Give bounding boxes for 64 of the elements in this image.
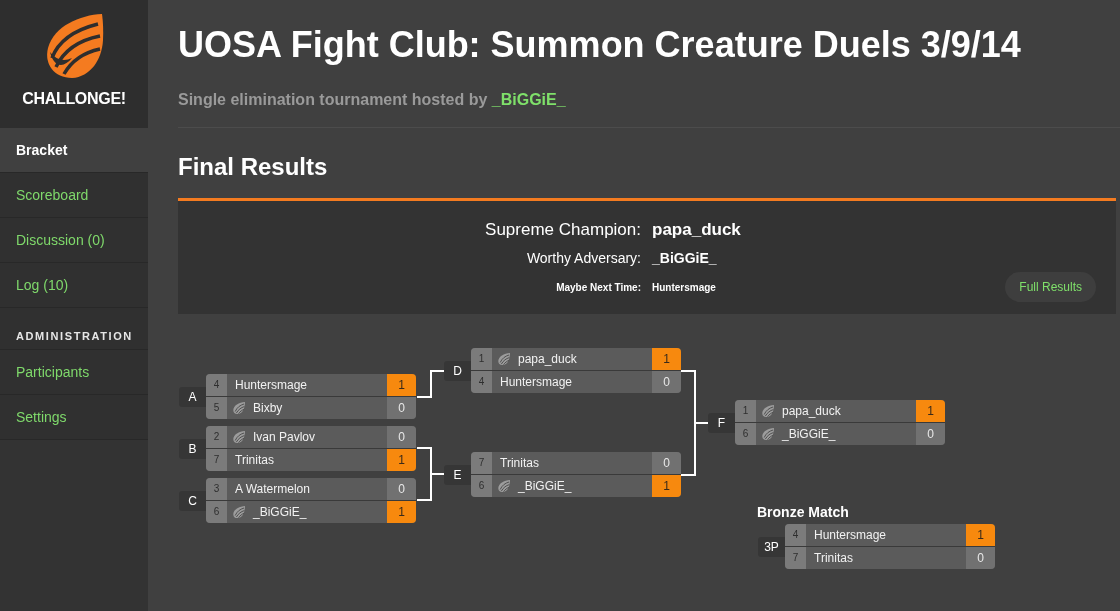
score: 0 — [652, 452, 681, 474]
score: 0 — [387, 426, 416, 448]
player-name: Trinitas — [813, 551, 854, 565]
player-name: _BiGGiE_ — [781, 427, 837, 441]
placing-label: Supreme Champion: — [484, 220, 641, 240]
logo-text: CHALLONGE! — [22, 89, 126, 109]
player-name: papa_duck — [781, 404, 842, 418]
player-name: Trinitas — [499, 456, 540, 470]
match-label: A — [179, 386, 206, 407]
match-label: 3P — [758, 536, 785, 557]
page-title: UOSA Fight Club: Summon Creature Duels 3/9/14 — [178, 24, 1022, 66]
placing-name: Huntersmage — [652, 281, 717, 293]
bronze-match-title: Bronze Match — [757, 503, 849, 521]
match-label: D — [444, 360, 471, 381]
host-link[interactable]: _BiGGiE_ — [491, 91, 566, 108]
score: 1 — [966, 524, 995, 546]
player-name: Huntersmage — [234, 378, 309, 392]
sidebar-item[interactable]: Bracket — [0, 128, 148, 173]
seed-number: 6 — [735, 423, 756, 445]
seed-number: 7 — [206, 449, 227, 471]
match-label: F — [708, 412, 735, 433]
score: 0 — [652, 371, 681, 393]
placing-label: Worthy Adversary: — [525, 250, 641, 266]
match-label: B — [179, 438, 206, 459]
player-name: Huntersmage — [499, 375, 574, 389]
tournament-subtitle: Single elimination tournament hosted by _BiGGiE_ — [178, 90, 567, 110]
placing-label: Maybe Next Time: — [555, 281, 641, 293]
player-name: _BiGGiE_ — [517, 479, 573, 493]
seed-number: 1 — [471, 348, 492, 370]
seed-number: 7 — [785, 547, 806, 569]
score: 0 — [387, 478, 416, 500]
score: 1 — [652, 348, 681, 370]
score: 1 — [916, 400, 945, 422]
seed-number: 6 — [206, 501, 227, 523]
score: 1 — [387, 374, 416, 396]
match-label: C — [179, 490, 206, 511]
full-results-button[interactable]: Full Results — [1005, 272, 1096, 302]
player-name: Bixby — [252, 401, 284, 415]
player-name: Trinitas — [234, 453, 275, 467]
seed-number: 6 — [471, 475, 492, 497]
score: 1 — [387, 501, 416, 523]
seed-number: 4 — [471, 371, 492, 393]
score: 0 — [966, 547, 995, 569]
seed-number: 1 — [735, 400, 756, 422]
player-name: Ivan Pavlov — [252, 430, 317, 444]
section-heading: Final Results — [178, 152, 329, 182]
placing-name: papa_duck — [652, 220, 741, 240]
score: 0 — [916, 423, 945, 445]
match-label: E — [444, 464, 471, 485]
seed-number: 2 — [206, 426, 227, 448]
score: 1 — [387, 449, 416, 471]
score: 1 — [652, 475, 681, 497]
player-name: A Watermelon — [234, 482, 311, 496]
seed-number: 4 — [206, 374, 227, 396]
seed-number: 4 — [785, 524, 806, 546]
score: 0 — [387, 397, 416, 419]
bracket-connector — [416, 370, 445, 398]
player-name: _BiGGiE_ — [252, 505, 308, 519]
player-name: papa_duck — [517, 352, 578, 366]
seed-number: 5 — [206, 397, 227, 419]
placing-name: _BiGGiE_ — [652, 250, 718, 266]
player-name: Huntersmage — [813, 528, 888, 542]
seed-number: 3 — [206, 478, 227, 500]
seed-number: 7 — [471, 452, 492, 474]
